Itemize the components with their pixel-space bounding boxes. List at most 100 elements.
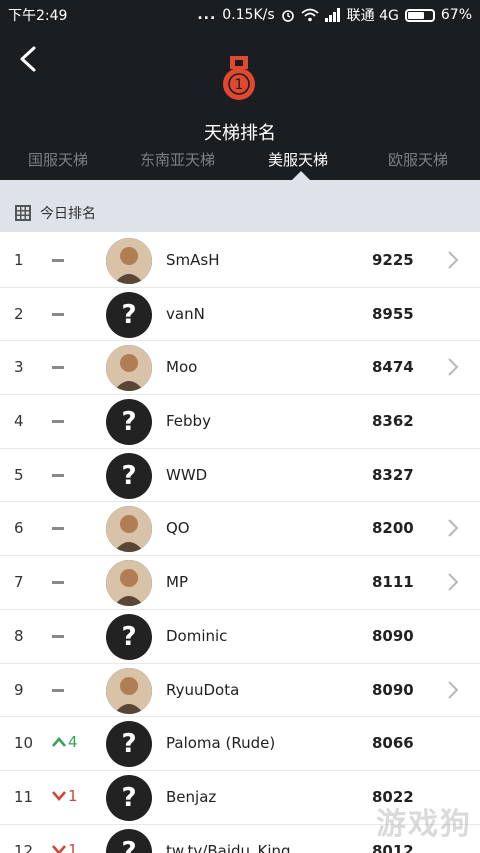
tab-china[interactable]: 国服天梯 (28, 149, 88, 170)
chevron-right-icon[interactable] (446, 680, 460, 700)
rank-number: 1 (14, 251, 24, 269)
ranking-row[interactable]: 10 4 ? Paloma (Rude) 8066 (0, 717, 480, 771)
rank-trend (52, 626, 64, 638)
tab-eu[interactable]: 欧服天梯 (388, 149, 448, 170)
player-score: 8090 (372, 626, 414, 645)
rank-trend (52, 518, 64, 531)
player-name: vanN (166, 304, 205, 323)
no-change-icon (52, 473, 64, 477)
section-title: 今日排名 (40, 206, 96, 222)
no-change-icon (52, 634, 64, 638)
back-arrow-icon (20, 46, 36, 72)
unknown-avatar-icon: ? (121, 621, 137, 652)
player-name: RyuuDota (166, 680, 240, 699)
unknown-avatar-icon: ? (121, 836, 137, 853)
avatar: ? (106, 399, 152, 446)
avatar: ? (106, 721, 152, 768)
rank-number: 11 (14, 787, 34, 806)
rank-number: 3 (14, 358, 24, 377)
unknown-avatar-icon: ? (121, 729, 137, 760)
rank-number: 10 (14, 734, 34, 753)
avatar (106, 560, 152, 607)
trend-up-icon (52, 737, 66, 748)
ranking-row[interactable]: 2 ? vanN 8955 (0, 288, 480, 342)
rank-change: 4 (68, 733, 78, 752)
chevron-right-icon[interactable] (446, 572, 460, 592)
player-name: WWD (166, 465, 208, 484)
player-score: 8474 (372, 358, 414, 377)
status-bar: 下午2:49 ... 0.15K/s 联通 4G 67% (0, 0, 480, 28)
tab-sea[interactable]: 东南亚天梯 (140, 149, 215, 170)
ranking-row[interactable]: 8 ? Dominic 8090 (0, 610, 480, 664)
avatar: ? (106, 452, 152, 499)
ranking-row[interactable]: 1 SmAsH 9225 (0, 234, 480, 288)
no-change-icon (52, 688, 64, 692)
player-score: 8090 (372, 680, 414, 699)
status-time: 下午2:49 (8, 8, 68, 24)
player-name: MP (166, 573, 188, 592)
rank-number: 4 (14, 412, 24, 431)
chevron-right-icon[interactable] (446, 250, 460, 270)
avatar: ? (106, 774, 152, 821)
chevron-right-icon[interactable] (446, 357, 460, 377)
rank-trend: 1 (52, 841, 78, 853)
ranking-row[interactable]: 5 ? WWD 8327 (0, 449, 480, 503)
ranking-row[interactable]: 6 QO 8200 (0, 502, 480, 557)
avatar: ? (106, 291, 152, 338)
rank-number: 12 (14, 841, 34, 853)
player-score: 8200 (372, 519, 414, 538)
app-header: 下午2:49 ... 0.15K/s 联通 4G 67% 1 天梯排名 国服天梯… (0, 0, 480, 180)
player-score: 8012 (372, 841, 414, 853)
avatar (106, 345, 152, 392)
battery-percent: 67% (440, 7, 472, 23)
wifi-icon (301, 8, 319, 22)
signal-icon (324, 8, 340, 22)
no-change-icon (52, 312, 64, 316)
unknown-avatar-icon: ? (121, 460, 137, 491)
active-tab-indicator (292, 171, 310, 180)
player-name: Benjaz (166, 787, 217, 806)
rank-trend (52, 680, 64, 692)
avatar: ? (106, 828, 152, 853)
player-name: Moo (166, 358, 198, 377)
status-dots: ... (197, 7, 217, 23)
ranking-row[interactable]: 3 Moo 8474 (0, 341, 480, 396)
unknown-avatar-icon: ? (121, 782, 137, 813)
rank-trend (52, 357, 64, 370)
tab-bar: 国服天梯 东南亚天梯 美服天梯 欧服天梯 (0, 146, 480, 180)
rank-change: 1 (68, 786, 78, 805)
ranking-row[interactable]: 4 ? Febby 8362 (0, 395, 480, 449)
back-button[interactable] (12, 40, 46, 78)
player-score: 8111 (372, 573, 414, 592)
rank-number: 8 (14, 626, 24, 645)
no-change-icon (52, 581, 64, 585)
carrier: 联通 4G (346, 8, 399, 24)
rank-change: 1 (68, 840, 78, 853)
player-name: SmAsH (166, 251, 220, 269)
no-change-icon (52, 366, 64, 370)
ranking-row[interactable]: 7 MP 8111 (0, 556, 480, 610)
grid-icon (15, 205, 31, 221)
player-name: tw.tv/Baidu_King (166, 841, 291, 853)
rank-number: 2 (14, 304, 24, 323)
rank-trend: 4 (52, 733, 78, 751)
rank-trend (52, 572, 64, 585)
player-score: 8327 (372, 465, 414, 484)
ranking-row[interactable]: 9 RyuuDota 8090 (0, 664, 480, 718)
player-score: 8955 (372, 304, 414, 323)
player-score: 8362 (372, 412, 414, 431)
rank-trend: 1 (52, 787, 78, 805)
unknown-avatar-icon: ? (121, 299, 137, 330)
battery-fill (407, 11, 424, 19)
chevron-right-icon[interactable] (446, 518, 460, 538)
avatar (106, 238, 152, 284)
alarm-icon (281, 10, 294, 22)
avatar (106, 506, 152, 553)
ranking-list: 1 SmAsH 9225 2 ? vanN 8955 3 Moo 8474 4 … (0, 234, 480, 853)
tab-us[interactable]: 美服天梯 (268, 149, 328, 170)
player-score: 8066 (372, 734, 414, 753)
unknown-avatar-icon: ? (121, 407, 137, 438)
rank-number: 5 (14, 465, 24, 484)
rank-trend (52, 411, 64, 424)
rank-number: 7 (14, 573, 24, 592)
